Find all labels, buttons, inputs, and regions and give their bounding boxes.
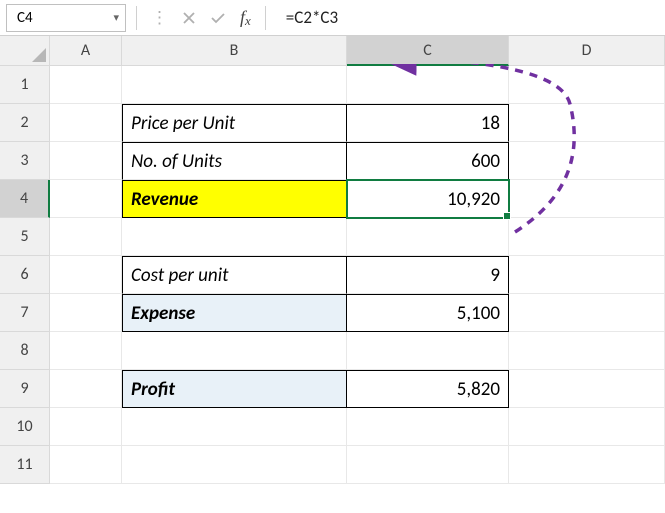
- cell-D8[interactable]: [509, 332, 665, 370]
- cell-C11[interactable]: [347, 446, 509, 484]
- cell-A6[interactable]: [50, 256, 122, 294]
- cell-D4[interactable]: [509, 180, 665, 218]
- cell-A4[interactable]: [50, 180, 122, 218]
- cell-B2[interactable]: Price per Unit: [122, 104, 347, 142]
- row-header-4[interactable]: 4: [0, 180, 50, 218]
- cell-A11[interactable]: [50, 446, 122, 484]
- row-header-7[interactable]: 7: [0, 294, 50, 332]
- name-box[interactable]: C4 ▾: [6, 4, 126, 32]
- row-header-3[interactable]: 3: [0, 142, 50, 180]
- row-4: 4 Revenue 10,920: [0, 180, 665, 218]
- cell-D6[interactable]: [509, 256, 665, 294]
- col-header-A[interactable]: A: [50, 36, 122, 66]
- cell-B9[interactable]: Profit: [122, 370, 347, 408]
- cell-B10[interactable]: [122, 408, 347, 446]
- row-header-11[interactable]: 11: [0, 446, 50, 484]
- cell-C7[interactable]: 5,100: [347, 294, 509, 332]
- col-header-D[interactable]: D: [509, 36, 665, 66]
- cell-B1[interactable]: [122, 66, 347, 104]
- cell-A1[interactable]: [50, 66, 122, 104]
- cell-C3[interactable]: 600: [347, 142, 509, 180]
- spreadsheet-grid: A B C D 1 2 Price per Unit 18 3 No. of U…: [0, 36, 665, 484]
- cell-D2[interactable]: [509, 104, 665, 142]
- cell-C8[interactable]: [347, 332, 509, 370]
- row-3: 3 No. of Units 600: [0, 142, 665, 180]
- cell-D11[interactable]: [509, 446, 665, 484]
- col-header-C[interactable]: C: [347, 36, 509, 66]
- row-header-6[interactable]: 6: [0, 256, 50, 294]
- cell-C2[interactable]: 18: [347, 104, 509, 142]
- cell-D3[interactable]: [509, 142, 665, 180]
- cancel-icon[interactable]: [182, 11, 196, 25]
- cell-C5[interactable]: [347, 218, 509, 256]
- cell-A7[interactable]: [50, 294, 122, 332]
- cell-D10[interactable]: [509, 408, 665, 446]
- rows: 1 2 Price per Unit 18 3 No. of Units 600…: [0, 66, 665, 484]
- enter-icon[interactable]: [210, 11, 226, 25]
- cell-B11[interactable]: [122, 446, 347, 484]
- row-header-5[interactable]: 5: [0, 218, 50, 256]
- row-7: 7 Expense 5,100: [0, 294, 665, 332]
- row-header-8[interactable]: 8: [0, 332, 50, 370]
- cell-B5[interactable]: [122, 218, 347, 256]
- name-box-value: C4: [17, 9, 33, 27]
- cell-C9[interactable]: 5,820: [347, 370, 509, 408]
- cell-A5[interactable]: [50, 218, 122, 256]
- row-2: 2 Price per Unit 18: [0, 104, 665, 142]
- formula-input[interactable]: =C2*C3: [276, 4, 659, 32]
- cell-C10[interactable]: [347, 408, 509, 446]
- cell-A10[interactable]: [50, 408, 122, 446]
- fx-icon[interactable]: fx: [240, 7, 251, 28]
- row-6: 6 Cost per unit 9: [0, 256, 665, 294]
- cell-B8[interactable]: [122, 332, 347, 370]
- chevron-down-icon[interactable]: ▾: [113, 11, 119, 24]
- select-all-corner[interactable]: [0, 36, 50, 66]
- row-header-1[interactable]: 1: [0, 66, 50, 104]
- cell-D5[interactable]: [509, 218, 665, 256]
- cell-A3[interactable]: [50, 142, 122, 180]
- row-header-9[interactable]: 9: [0, 370, 50, 408]
- cell-D9[interactable]: [509, 370, 665, 408]
- row-8: 8: [0, 332, 665, 370]
- divider: [136, 6, 137, 30]
- row-10: 10: [0, 408, 665, 446]
- row-11: 11: [0, 446, 665, 484]
- cell-A9[interactable]: [50, 370, 122, 408]
- column-headers: A B C D: [0, 36, 665, 66]
- cell-B6[interactable]: Cost per unit: [122, 256, 347, 294]
- cell-B7[interactable]: Expense: [122, 294, 347, 332]
- row-1: 1: [0, 66, 665, 104]
- cell-B4[interactable]: Revenue: [122, 180, 347, 218]
- row-header-2[interactable]: 2: [0, 104, 50, 142]
- cell-C6[interactable]: 9: [347, 256, 509, 294]
- cell-B3[interactable]: No. of Units: [122, 142, 347, 180]
- cell-D1[interactable]: [509, 66, 665, 104]
- formula-bar: C4 ▾ ⋮ fx =C2*C3: [0, 0, 665, 36]
- cell-C4[interactable]: 10,920: [347, 180, 509, 218]
- row-9: 9 Profit 5,820: [0, 370, 665, 408]
- dots-icon[interactable]: ⋮: [151, 7, 168, 28]
- formula-bar-buttons: ⋮ fx: [147, 7, 255, 28]
- row-5: 5: [0, 218, 665, 256]
- cell-A2[interactable]: [50, 104, 122, 142]
- cell-A8[interactable]: [50, 332, 122, 370]
- divider: [265, 6, 266, 30]
- row-header-10[interactable]: 10: [0, 408, 50, 446]
- cell-D7[interactable]: [509, 294, 665, 332]
- cell-C1[interactable]: [347, 66, 509, 104]
- formula-text: =C2*C3: [286, 7, 338, 28]
- col-header-B[interactable]: B: [122, 36, 347, 66]
